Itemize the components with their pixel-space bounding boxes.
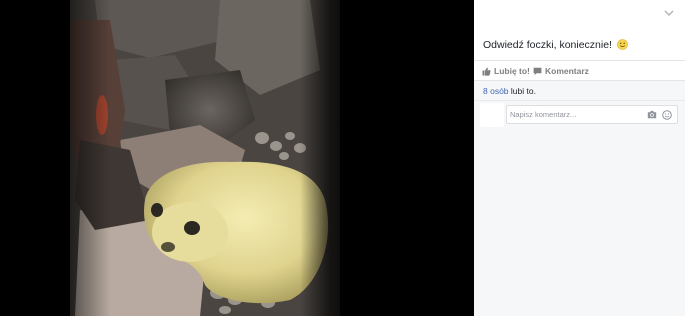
likes-suffix: lubi to. xyxy=(508,86,536,96)
slightly-smiling-face-icon xyxy=(617,39,628,50)
like-button[interactable]: Lubię to! xyxy=(482,66,530,76)
comment-button-label: Komentarz xyxy=(545,66,589,76)
thumbs-up-icon xyxy=(482,67,491,76)
likes-summary: 8 osób lubi to. xyxy=(483,86,536,96)
emoji-icon[interactable] xyxy=(662,110,672,120)
comment-input[interactable] xyxy=(510,108,640,121)
feedback-divider xyxy=(474,100,685,101)
feedback-section: 8 osób lubi to. xyxy=(474,80,685,316)
speech-bubble-icon xyxy=(533,67,542,75)
like-button-label: Lubię to! xyxy=(494,66,530,76)
post-action-bar: Lubię to! Komentarz xyxy=(474,60,685,80)
camera-icon[interactable] xyxy=(647,110,657,119)
post-caption-text: Odwiedź foczki, koniecznie! xyxy=(483,39,612,51)
likes-count-link[interactable]: 8 osób xyxy=(483,86,509,96)
avatar xyxy=(480,103,504,127)
seal-photo xyxy=(0,0,474,316)
comment-button[interactable]: Komentarz xyxy=(533,66,589,76)
chevron-down-icon[interactable] xyxy=(663,8,675,18)
post-caption: Odwiedź foczki, koniecznie! xyxy=(483,39,628,51)
comment-composer[interactable] xyxy=(506,105,678,124)
post-side-panel: Odwiedź foczki, koniecznie! Lubię to! Ko… xyxy=(474,0,685,316)
photo-viewer[interactable] xyxy=(0,0,474,316)
